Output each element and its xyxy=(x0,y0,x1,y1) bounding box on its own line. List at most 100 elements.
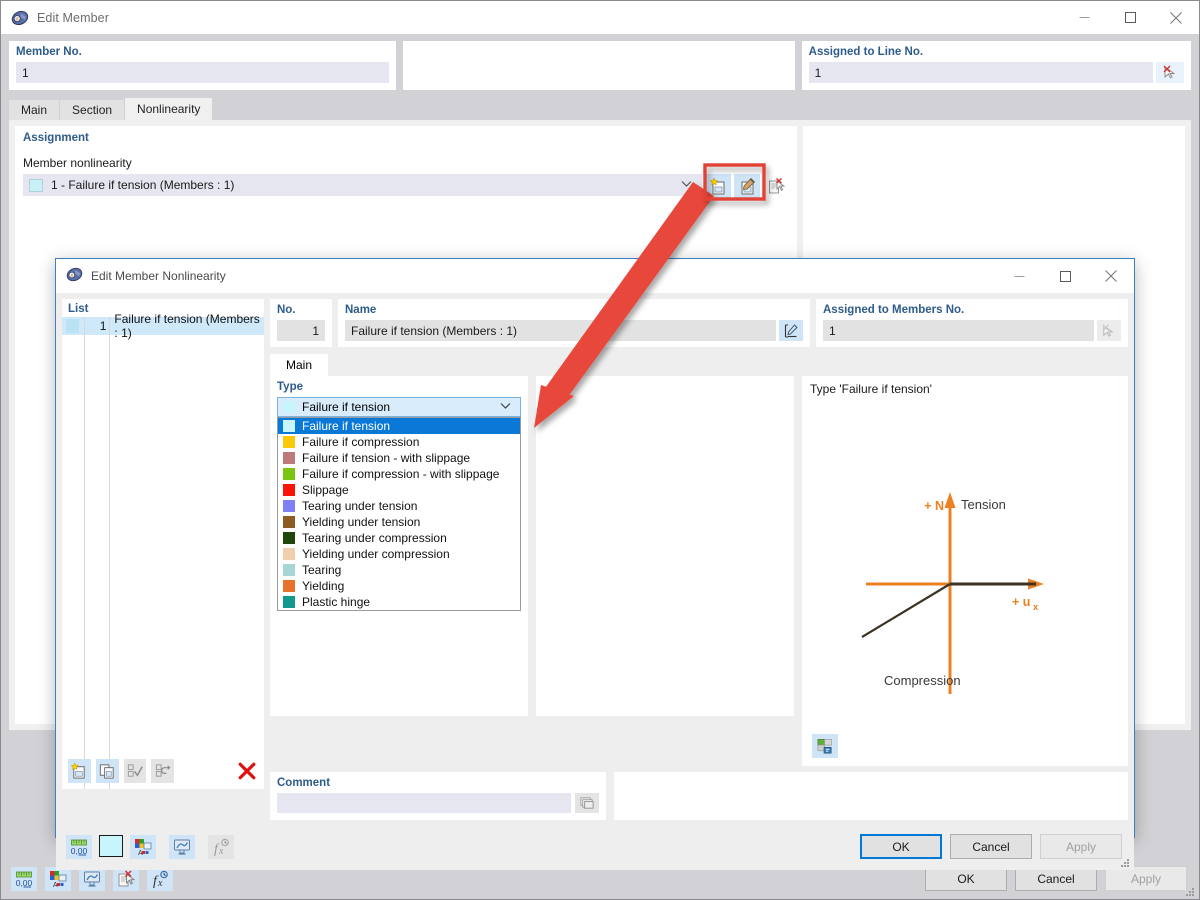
type-option-yielding-under-compression[interactable]: Yielding under compression xyxy=(278,546,520,562)
inner-dialog-buttons: OK Cancel Apply xyxy=(860,834,1122,859)
diagram-settings-icon[interactable] xyxy=(812,734,838,758)
type-combo[interactable]: Failure if tension xyxy=(277,397,521,417)
type-option-failure-if-tension[interactable]: Failure if tension xyxy=(278,418,520,434)
inner-body: List 1 Failure if tension (Members : 1) xyxy=(56,293,1134,826)
no-field-label: No. xyxy=(277,304,296,316)
edit-name-button[interactable] xyxy=(779,320,803,341)
color-swatch-button[interactable] xyxy=(99,835,123,857)
display-button[interactable] xyxy=(79,867,105,891)
pick-line-button[interactable] xyxy=(1156,62,1184,83)
formula-button[interactable]: f x xyxy=(147,867,173,891)
option-color-swatch xyxy=(283,468,295,480)
name-field-input[interactable]: Failure if tension (Members : 1) xyxy=(345,320,776,341)
member-nonlinearity-row: 1 - Failure if tension (Members : 1) xyxy=(23,174,789,198)
assigned-line-label: Assigned to Line No. xyxy=(808,46,924,58)
list-item[interactable]: 1 Failure if tension (Members : 1) xyxy=(62,312,264,340)
assigned-line-box: Assigned to Line No. 1 xyxy=(801,41,1191,90)
comment-extra-panel xyxy=(614,772,1128,820)
no-field-box: No. 1 xyxy=(270,299,332,347)
option-label: Failure if tension xyxy=(302,419,391,433)
type-option-tearing[interactable]: Tearing xyxy=(278,562,520,578)
svg-text:Tension: Tension xyxy=(961,497,1006,512)
delete-nonlinearity-button[interactable] xyxy=(763,174,789,198)
tab-section[interactable]: Section xyxy=(60,100,125,120)
close-icon[interactable] xyxy=(1153,1,1199,34)
member-nonlinearity-combo[interactable]: 1 - Failure if tension (Members : 1) xyxy=(23,174,702,196)
inner-resize-grip[interactable] xyxy=(1120,857,1130,867)
list-col-sep-2 xyxy=(109,317,110,789)
invert-selection-button[interactable] xyxy=(151,759,175,783)
option-color-swatch xyxy=(283,532,295,544)
option-color-swatch xyxy=(283,452,295,464)
name-field-box: Name Failure if tension (Members : 1) xyxy=(338,299,810,347)
tab-nonlinearity[interactable]: Nonlinearity xyxy=(125,98,213,120)
inner-ok-button[interactable]: OK xyxy=(860,834,942,859)
list-item-no: 1 xyxy=(99,319,107,333)
tab-main[interactable]: Main xyxy=(9,100,60,120)
list-item-label: Failure if tension (Members : 1) xyxy=(114,312,260,340)
type-option-tearing-under-compression[interactable]: Tearing under compression xyxy=(278,530,520,546)
units-button[interactable]: 0,00 xyxy=(66,835,92,859)
delete-item-button[interactable] xyxy=(235,759,258,783)
member-nonlinearity-label: Member nonlinearity xyxy=(23,156,132,170)
type-dropdown-list[interactable]: Failure if tension Failure if compressio… xyxy=(277,417,521,611)
comment-input-row xyxy=(277,793,599,813)
select-all-button[interactable] xyxy=(123,759,147,783)
type-option-failure-if-compression[interactable]: Failure if compression xyxy=(278,434,520,450)
maximize-icon[interactable] xyxy=(1107,1,1153,34)
main-tab-content: Type Failure if tension Failure if tensi… xyxy=(270,376,1128,766)
new-nonlinearity-button[interactable] xyxy=(705,174,731,198)
list-rows: 1 Failure if tension (Members : 1) xyxy=(62,312,264,789)
type-option-yielding[interactable]: Yielding xyxy=(278,578,520,594)
inner-cancel-button[interactable]: Cancel xyxy=(950,834,1032,859)
nonlinearity-icon: 6 xyxy=(66,266,83,286)
edit-nonlinearity-button[interactable] xyxy=(734,174,760,198)
assigned-members-box: Assigned to Members No. 1 xyxy=(816,299,1128,347)
maximize-icon[interactable] xyxy=(1042,260,1088,293)
close-icon[interactable] xyxy=(1088,260,1134,293)
name-field-label: Name xyxy=(345,304,377,316)
no-field-input[interactable]: 1 xyxy=(277,320,325,341)
chevron-down-icon[interactable] xyxy=(681,179,698,191)
list-panel: List 1 Failure if tension (Members : 1) xyxy=(62,299,264,789)
display-button[interactable] xyxy=(169,835,195,859)
type-option-plastic-hinge[interactable]: Plastic hinge xyxy=(278,594,520,610)
type-option-failure-if-compression-with-slippage[interactable]: Failure if compression - with slippage xyxy=(278,466,520,482)
comment-input[interactable] xyxy=(277,793,571,813)
option-label: Tearing under compression xyxy=(302,531,447,545)
type-option-failure-if-tension-with-slippage[interactable]: Failure if tension - with slippage xyxy=(278,450,520,466)
comment-row: Comment xyxy=(270,772,1128,820)
inner-apply-button[interactable]: Apply xyxy=(1040,834,1122,859)
chevron-down-icon[interactable] xyxy=(500,401,517,413)
outer-spacer-box xyxy=(403,41,795,90)
copy-comment-button[interactable] xyxy=(575,793,599,813)
option-label: Yielding under compression xyxy=(302,547,450,561)
type-option-tearing-under-tension[interactable]: Tearing under tension xyxy=(278,498,520,514)
outer-window-controls xyxy=(1061,1,1199,34)
type-label: Type xyxy=(277,381,303,393)
copy-item-button[interactable] xyxy=(95,759,119,783)
deselect-button[interactable] xyxy=(113,867,139,891)
outer-resize-grip[interactable] xyxy=(1185,886,1195,896)
colors-button[interactable]: A xyxy=(45,867,71,891)
pick-members-button[interactable] xyxy=(1097,320,1121,341)
type-option-slippage[interactable]: Slippage xyxy=(278,482,520,498)
inner-footer: 0,00 A f x OK Cancel Apply xyxy=(56,826,1134,870)
option-label: Failure if tension - with slippage xyxy=(302,451,471,465)
member-no-input[interactable]: 1 xyxy=(16,62,390,83)
inner-titlebar: 6 Edit Member Nonlinearity xyxy=(56,259,1134,293)
svg-text:0,00: 0,00 xyxy=(71,846,88,856)
assigned-members-input[interactable]: 1 xyxy=(823,320,1094,341)
minimize-icon[interactable] xyxy=(996,260,1042,293)
formula-button[interactable]: f x xyxy=(208,835,234,859)
units-button[interactable]: 0,00 xyxy=(11,867,37,891)
new-item-button[interactable] xyxy=(68,759,91,783)
colors-button[interactable]: A xyxy=(130,835,156,859)
nonlinearity-diagram: + N Tension + u x Compression xyxy=(861,492,1044,694)
edit-member-nonlinearity-window: 6 Edit Member Nonlinearity List 1 Failur… xyxy=(55,258,1135,870)
assigned-line-input[interactable]: 1 xyxy=(808,62,1153,83)
type-option-yielding-under-tension[interactable]: Yielding under tension xyxy=(278,514,520,530)
minimize-icon[interactable] xyxy=(1061,1,1107,34)
member-no-label: Member No. xyxy=(16,46,82,58)
inner-tab-main[interactable]: Main xyxy=(270,354,329,376)
